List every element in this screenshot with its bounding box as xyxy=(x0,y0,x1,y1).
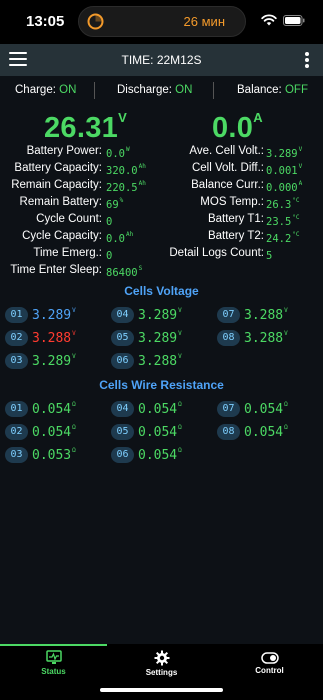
current-unit: A xyxy=(253,110,263,125)
charge-value: ON xyxy=(59,84,77,96)
toggle-icon xyxy=(260,652,279,664)
charge-status[interactable]: Charge: ON xyxy=(15,84,76,96)
cell-index-badge: 07 xyxy=(217,306,240,323)
stat-battery-t2: Battery T2: 24.2°C xyxy=(207,230,300,245)
app-header: TIME: 22M12S xyxy=(0,44,323,76)
cell-voltage-01: 01 3.289V xyxy=(5,306,76,324)
balance-status[interactable]: Balance: OFF xyxy=(237,84,308,96)
cell-voltage-05: 05 3.289V xyxy=(111,329,182,347)
cell-index-badge: 01 xyxy=(5,400,28,417)
cell-index-badge: 05 xyxy=(111,329,134,346)
stat-cycle-count: Cycle Count: 0 xyxy=(36,213,113,228)
total-voltage: 26.31V xyxy=(44,110,128,144)
cell-voltage-08: 08 3.288V xyxy=(217,329,288,347)
status-monitor-icon xyxy=(45,650,62,664)
cell-resistance-02: 02 0.054Ω xyxy=(5,423,76,441)
cells-voltage-title: Cells Voltage xyxy=(124,284,199,298)
cells-resistance-title: Cells Wire Resistance xyxy=(99,378,224,392)
divider xyxy=(213,82,214,99)
cell-index-badge: 01 xyxy=(5,306,28,323)
cell-voltage-03: 03 3.289V xyxy=(5,352,76,370)
stat-time-emergency: Time Emerg.: 0 xyxy=(33,247,113,262)
tab-status-label: Status xyxy=(41,667,66,676)
discharge-value: ON xyxy=(175,84,193,96)
active-tab-indicator xyxy=(0,644,107,646)
stat-battery-t1: Battery T1: 23.5°C xyxy=(207,213,300,228)
cell-index-badge: 04 xyxy=(111,400,134,417)
tab-settings-label: Settings xyxy=(145,668,178,677)
gear-icon xyxy=(154,650,169,666)
stat-battery-capacity: Battery Capacity: 320.0Ah xyxy=(14,162,146,177)
cell-resistance-06: 06 0.054Ω xyxy=(111,446,182,464)
cell-voltage-04: 04 3.289V xyxy=(111,306,182,324)
cell-resistance-01: 01 0.054Ω xyxy=(5,400,76,418)
timer-icon xyxy=(87,13,104,30)
stat-cycle-capacity: Cycle Capacity: 0.0Ah xyxy=(22,230,134,245)
battery-icon xyxy=(283,15,305,26)
discharge-status[interactable]: Discharge: ON xyxy=(117,84,192,96)
dynamic-island[interactable]: 26 мин xyxy=(78,6,246,37)
voltage-unit: V xyxy=(118,110,128,125)
switch-status-row: Charge: ON Discharge: ON Balance: OFF xyxy=(0,82,323,100)
stat-detail-logs-count[interactable]: Detail Logs Count: 5 xyxy=(160,247,323,264)
cell-index-badge: 02 xyxy=(5,423,28,440)
cell-resistance-05: 05 0.054Ω xyxy=(111,423,182,441)
balance-value: OFF xyxy=(284,84,308,96)
stat-battery-power: Battery Power: 0.0W xyxy=(26,145,130,160)
cell-index-badge: 04 xyxy=(111,306,134,323)
tab-control-label: Control xyxy=(255,666,284,675)
cell-index-badge: 07 xyxy=(217,400,240,417)
clock: 13:05 xyxy=(26,13,65,30)
cell-index-badge: 03 xyxy=(5,446,28,463)
cell-index-badge: 06 xyxy=(111,446,134,463)
status-panel: Charge: ON Discharge: ON Balance: OFF 26… xyxy=(0,76,323,644)
cell-resistance-04: 04 0.054Ω xyxy=(111,400,182,418)
cell-voltage-02: 02 3.288V xyxy=(5,329,76,347)
total-current: 0.0A xyxy=(212,110,263,144)
page-title: TIME: 22M12S xyxy=(121,53,202,67)
tab-settings[interactable]: Settings xyxy=(108,648,215,688)
more-options-icon[interactable] xyxy=(305,52,309,68)
tab-status[interactable]: Status xyxy=(0,648,107,688)
cell-index-badge: 06 xyxy=(111,352,134,369)
cell-index-badge: 08 xyxy=(217,329,240,346)
cell-resistance-08: 08 0.054Ω xyxy=(217,423,288,441)
stat-remain-battery: Remain Battery: 69% xyxy=(19,196,124,211)
cell-voltage-06: 06 3.288V xyxy=(111,352,182,370)
stat-ave-cell-volt: Ave. Cell Volt.: 3.289V xyxy=(189,145,303,160)
home-indicator[interactable] xyxy=(100,688,223,692)
cell-index-badge: 08 xyxy=(217,423,240,440)
divider xyxy=(94,82,95,99)
cell-resistance-07: 07 0.054Ω xyxy=(217,400,288,418)
cell-resistance-03: 03 0.053Ω xyxy=(5,446,76,464)
stat-mos-temp: MOS Temp.: 26.3°C xyxy=(200,196,300,211)
stat-balance-current: Balance Curr.: 0.000A xyxy=(191,179,303,194)
tab-control[interactable]: Control xyxy=(216,648,323,688)
wifi-icon xyxy=(261,14,277,26)
cell-index-badge: 02 xyxy=(5,329,28,346)
cell-index-badge: 03 xyxy=(5,352,28,369)
cell-voltage-07: 07 3.288V xyxy=(217,306,288,324)
system-status-bar: 13:05 26 мин xyxy=(0,0,323,44)
timer-remaining: 26 мин xyxy=(183,14,225,29)
stat-remain-capacity: Remain Capacity: 220.5Ah xyxy=(11,179,146,194)
stat-time-enter-sleep: Time Enter Sleep: 86400S xyxy=(10,264,143,279)
stat-cell-volt-diff: Cell Volt. Diff.: 0.001V xyxy=(191,162,303,177)
cell-index-badge: 05 xyxy=(111,423,134,440)
